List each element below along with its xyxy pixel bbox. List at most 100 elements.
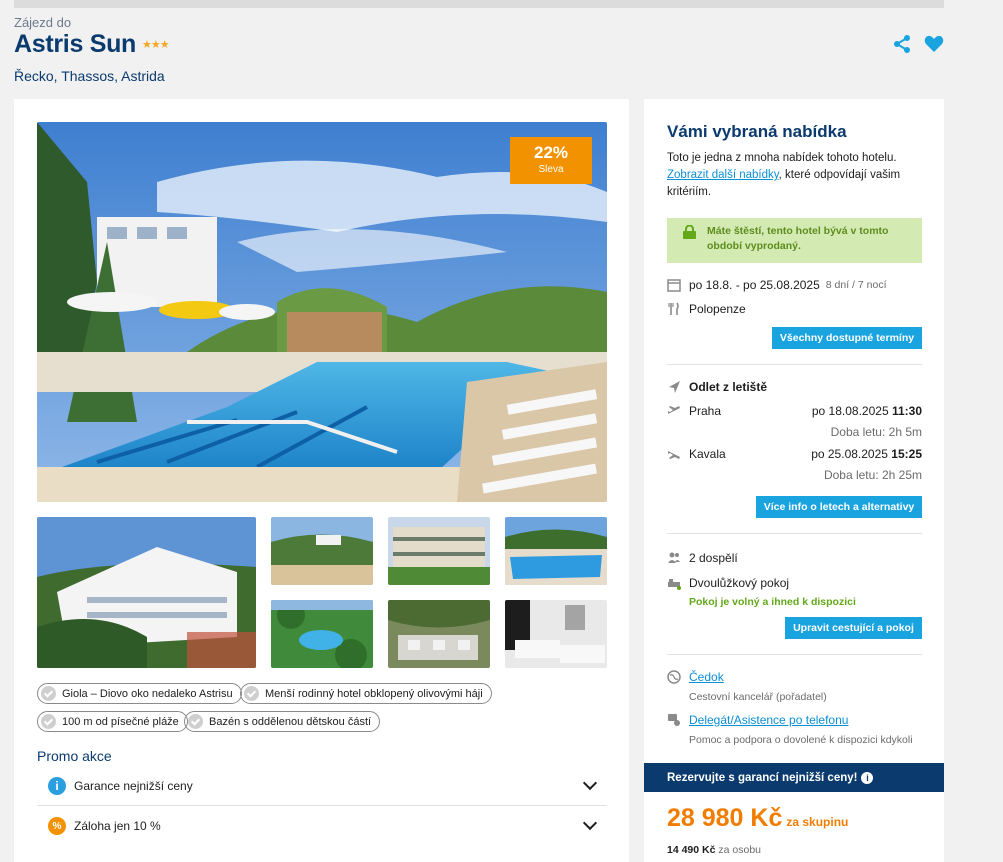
- lock-icon: [683, 225, 696, 239]
- room-row: Dvoulůžkový pokoj: [667, 576, 789, 590]
- plane-landing-icon: [668, 451, 680, 459]
- offer-title: Vámi vybraná nabídka: [667, 122, 847, 141]
- discount-badge: 22% Sleva: [510, 137, 592, 184]
- hotel-name: Astris Sun: [14, 30, 137, 58]
- outbound-row: Praha: [667, 404, 721, 418]
- offer-intro: Toto je jedna z mnoha nabídek tohoto hot…: [667, 150, 927, 201]
- feature-chip: Giola – Diovo oko nedaleko Astrisu: [37, 683, 242, 704]
- travel-dates: po 18.8. - po 25.08.2025: [689, 278, 820, 292]
- header-actions: [892, 34, 944, 54]
- info-icon: i: [48, 776, 66, 795]
- outbound-date: po 18.08.2025: [811, 404, 889, 418]
- thumbnail-pool[interactable]: [505, 517, 607, 585]
- star-rating: ★★★: [142, 39, 170, 51]
- top-strip: [14, 0, 944, 8]
- thumbnail-beach[interactable]: [271, 517, 373, 585]
- thumbnail-aerial[interactable]: [271, 600, 373, 668]
- support-row: Delegát/Asistence po telefonu: [667, 713, 848, 727]
- more-offers-link[interactable]: Zobrazit další nabídky: [667, 169, 779, 181]
- return-city: Kavala: [689, 447, 726, 461]
- travellers-row: 2 dospělí: [667, 551, 738, 565]
- return-time: 15:25: [891, 447, 922, 461]
- total-price-unit: za skupinu: [786, 815, 849, 829]
- check-icon: [41, 714, 56, 729]
- promo-label: Záloha jen 10 %: [74, 819, 161, 833]
- outbound-city: Praha: [689, 404, 722, 418]
- check-icon: [244, 686, 259, 701]
- check-icon: [188, 714, 203, 729]
- info-icon[interactable]: i: [861, 771, 874, 784]
- all-dates-button[interactable]: Všechny dostupné termíny: [772, 327, 922, 349]
- departure-heading: Odlet z letiště: [689, 380, 768, 394]
- hero-photo[interactable]: 22% Sleva: [37, 122, 607, 502]
- room-availability: Pokoj je volný a ihned k dispozici: [689, 596, 856, 608]
- thumbnail-room[interactable]: [505, 600, 607, 668]
- thumbnail-hotel-exterior[interactable]: [37, 517, 256, 668]
- divider: [667, 654, 922, 655]
- promo-item-price-guarantee[interactable]: i Garance nejnižší ceny: [37, 766, 607, 806]
- organizer-link[interactable]: Čedok: [689, 670, 724, 684]
- lucky-notice: Máte štěstí, tento hotel bývá v tomto ob…: [667, 218, 922, 263]
- chevron-down-icon: [582, 775, 598, 791]
- organizer-role: Cestovní kancelář (pořadatel): [689, 691, 827, 703]
- dates-row: po 18.8. - po 25.08.2025 8 dní / 7 nocí: [667, 278, 887, 292]
- thumbnail-terrace[interactable]: [388, 600, 490, 668]
- navigation-icon: [669, 381, 680, 393]
- per-person-price: 14 490 Kč za osobu: [667, 844, 761, 856]
- hotel-title: Astris Sun ★★★: [14, 30, 170, 59]
- price-box: 28 980 Kč za skupinu 14 490 Kč za osobu: [644, 792, 944, 862]
- divider: [667, 364, 922, 365]
- bed-icon: [668, 579, 681, 590]
- hotel-location: Řecko, Thassos, Astrida: [14, 68, 165, 84]
- feature-label: Menší rodinný hotel obklopený olivovými …: [265, 687, 483, 700]
- discount-percent: 22%: [533, 143, 569, 162]
- feature-label: Bazén s oddělenou dětskou částí: [209, 715, 372, 728]
- feature-chip: Bazén s oddělenou dětskou částí: [184, 711, 381, 732]
- trip-subtitle: Zájezd do: [14, 15, 72, 30]
- travellers: 2 dospělí: [689, 551, 738, 565]
- return-row: Kavala: [667, 447, 726, 461]
- outbound-flight-duration: Doba letu: 2h 5m: [830, 425, 922, 439]
- support-icon: [668, 714, 680, 726]
- globe-icon: [667, 670, 681, 684]
- feature-chip: 100 m od písečné pláže: [37, 711, 188, 732]
- per-person-value: 14 490 Kč: [667, 844, 716, 856]
- chevron-down-icon: [582, 815, 598, 831]
- divider: [667, 533, 922, 534]
- return-date: po 25.08.2025: [811, 447, 888, 461]
- support-description: Pomoc a podpora o dovolené k dispozici k…: [689, 734, 913, 746]
- per-person-unit: za osobu: [718, 844, 762, 856]
- price-guarantee-banner: Rezervujte s garancí nejnižší ceny! i: [644, 763, 944, 792]
- feature-label: Giola – Diovo oko nedaleko Astrisu: [62, 687, 233, 700]
- offer-card: Vámi vybraná nabídka Toto je jedna z mno…: [644, 99, 944, 764]
- share-icon[interactable]: [892, 34, 912, 54]
- percent-icon: %: [48, 817, 66, 835]
- promo-item-deposit[interactable]: % Záloha jen 10 %: [37, 806, 607, 846]
- lucky-text: Máte štěstí, tento hotel bývá v tomto ob…: [707, 225, 889, 252]
- room-type: Dvoulůžkový pokoj: [689, 576, 790, 590]
- total-price: 28 980 Kč za skupinu: [667, 804, 848, 833]
- intro-text: Toto je jedna z mnoha nabídek tohoto hot…: [667, 152, 897, 164]
- heart-icon[interactable]: [924, 34, 944, 54]
- departure-row: Odlet z letiště: [667, 380, 767, 394]
- check-icon: [41, 686, 56, 701]
- edit-travellers-button[interactable]: Upravit cestující a pokoj: [785, 617, 922, 639]
- total-price-value: 28 980 Kč: [667, 804, 783, 832]
- organizer-row: Čedok: [667, 670, 724, 684]
- outbound-datetime: po 18.08.2025 11:30: [812, 404, 922, 418]
- flights-info-button[interactable]: Více info o letech a alternativy: [756, 496, 922, 518]
- return-datetime: po 25.08.2025 15:25: [811, 447, 922, 461]
- gallery-card: 22% Sleva Giola – Diovo oko nedaleko Ast…: [14, 99, 629, 862]
- thumbnail-balconies[interactable]: [388, 517, 490, 585]
- feature-label: 100 m od písečné pláže: [62, 715, 179, 728]
- travel-duration: 8 dní / 7 nocí: [825, 279, 887, 291]
- discount-label: Sleva: [538, 164, 564, 175]
- support-link[interactable]: Delegát/Asistence po telefonu: [689, 713, 848, 727]
- calendar-icon: [667, 279, 681, 292]
- promo-label: Garance nejnižší ceny: [74, 778, 193, 793]
- promo-title: Promo akce: [37, 748, 112, 764]
- people-icon: [668, 552, 680, 563]
- outbound-time: 11:30: [891, 404, 922, 418]
- return-flight-duration: Doba letu: 2h 25m: [823, 468, 922, 482]
- banner-text: Rezervujte s garancí nejnižší ceny!: [667, 771, 858, 784]
